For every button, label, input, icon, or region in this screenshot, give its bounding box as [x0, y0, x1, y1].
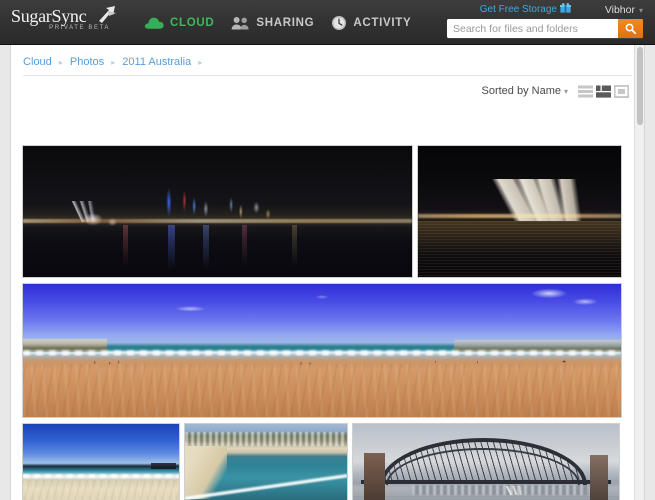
breadcrumb-separator-icon: ▸ — [58, 58, 63, 67]
breadcrumb-item-cloud[interactable]: Cloud — [23, 56, 52, 68]
photo-detail — [23, 479, 179, 500]
top-navigation-bar: SugarSync PRIVATE BETA CLOUD SHARING ACT… — [0, 0, 655, 45]
chevron-down-icon: ▾ — [638, 6, 643, 15]
single-view-icon[interactable] — [614, 84, 629, 98]
nav-label-sharing: SHARING — [256, 16, 315, 29]
gallery-row — [11, 145, 644, 278]
header-right-cluster: Get Free Storage Vibhor ▾ — [445, 0, 645, 44]
sort-label: Sorted by Name — [481, 85, 561, 97]
photo-detail — [363, 453, 385, 500]
photo-detail — [589, 455, 609, 500]
mosaic-view-icon[interactable] — [596, 85, 611, 98]
content-panel: Cloud ▸ Photos ▸ 2011 Australia ▸ Sorted… — [10, 45, 645, 500]
nav-item-sharing[interactable]: SHARING — [231, 0, 315, 44]
photo-sydney-skyline-night[interactable] — [22, 145, 413, 278]
photo-detail — [418, 220, 621, 277]
photo-detail — [23, 363, 621, 417]
breadcrumb: Cloud ▸ Photos ▸ 2011 Australia ▸ — [11, 45, 644, 68]
chevron-down-icon: ▾ — [563, 87, 568, 96]
photo-grid — [11, 145, 644, 500]
search-input[interactable] — [447, 19, 618, 38]
gallery-row — [11, 423, 644, 500]
brand-logo[interactable]: SugarSync PRIVATE BETA — [11, 6, 126, 39]
gift-icon[interactable] — [560, 3, 571, 13]
sort-dropdown[interactable]: Sorted by Name ▾ — [482, 85, 569, 97]
photo-detail — [418, 214, 621, 219]
photo-detail — [23, 219, 412, 224]
main-nav-items: CLOUD SHARING ACTIVITY — [144, 0, 412, 44]
photo-coastal-waves[interactable] — [184, 423, 348, 500]
photo-beach-blue-sky[interactable] — [22, 423, 180, 500]
breadcrumb-separator-icon: ▸ — [198, 58, 203, 67]
photo-detail — [150, 463, 176, 470]
photo-detail — [185, 453, 347, 500]
people-icon — [231, 16, 250, 30]
photo-opera-house-night[interactable] — [417, 145, 622, 278]
nav-item-cloud[interactable]: CLOUD — [144, 0, 215, 44]
photo-detail — [491, 485, 529, 495]
breadcrumb-item-photos[interactable]: Photos — [70, 56, 104, 68]
search-button[interactable] — [618, 19, 643, 38]
photo-sydney-harbour-bridge[interactable] — [352, 423, 620, 500]
search-bar — [447, 19, 643, 38]
cloud-icon — [144, 16, 164, 30]
search-icon — [625, 23, 636, 34]
photo-detail — [23, 474, 179, 478]
nav-label-activity: ACTIVITY — [353, 16, 412, 29]
photo-detail — [23, 284, 621, 343]
clock-icon — [331, 15, 347, 31]
breadcrumb-separator-icon: ▸ — [111, 58, 116, 67]
user-name: Vibhor — [604, 4, 635, 16]
user-menu[interactable]: Vibhor ▾ — [605, 4, 643, 16]
photo-bondi-beach-panorama[interactable] — [22, 283, 622, 418]
get-free-storage-link[interactable]: Get Free Storage — [480, 4, 557, 15]
photo-detail — [185, 431, 347, 446]
photo-detail — [353, 494, 619, 500]
vertical-scrollbar[interactable] — [634, 45, 644, 500]
photo-detail — [23, 224, 412, 277]
gallery-row — [11, 283, 644, 418]
list-view-icon[interactable] — [578, 85, 593, 98]
view-mode-switcher — [578, 84, 629, 98]
photo-detail — [360, 479, 612, 485]
gallery-toolbar: Sorted by Name ▾ — [11, 76, 644, 106]
nav-item-activity[interactable]: ACTIVITY — [331, 0, 412, 44]
page-body: Cloud ▸ Photos ▸ 2011 Australia ▸ Sorted… — [0, 45, 655, 500]
scrollbar-thumb[interactable] — [637, 47, 643, 125]
breadcrumb-item-2011-australia[interactable]: 2011 Australia — [122, 56, 191, 68]
nav-label-cloud: CLOUD — [170, 16, 215, 29]
hummingbird-icon — [99, 6, 116, 23]
